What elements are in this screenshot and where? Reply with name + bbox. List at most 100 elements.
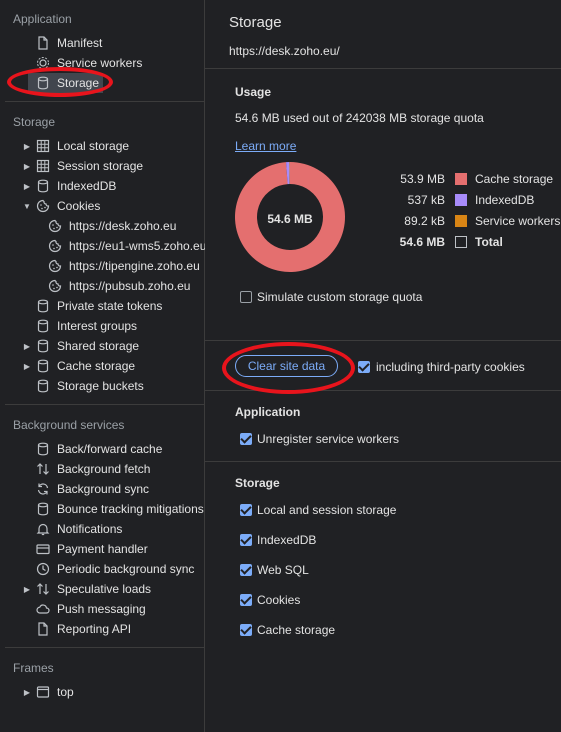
sidebar-item-https-tipengine-zoho-eu[interactable]: https://tipengine.zoho.eu — [48, 256, 200, 276]
frame-icon — [36, 685, 50, 699]
storage-option-checkbox[interactable] — [240, 504, 252, 516]
sidebar-item-storage[interactable]: Storage — [28, 73, 103, 93]
storage-option-label: Cookies — [257, 593, 301, 607]
storage-option-checkbox[interactable] — [240, 534, 252, 546]
legend-row: 53.9 MB Cache storage — [375, 171, 561, 187]
sidebar-item-label: Local storage — [57, 139, 130, 153]
expand-right-icon[interactable]: ▶ — [20, 688, 34, 697]
sidebar-item-label: Storage — [57, 76, 100, 90]
legend-value: 89.2 kB — [404, 214, 445, 228]
expand-right-icon[interactable]: ▶ — [20, 162, 34, 171]
cookie-icon — [48, 219, 62, 233]
divider — [205, 68, 561, 69]
sidebar-item-reporting-api[interactable]: Reporting API — [36, 619, 131, 639]
cookie-icon — [48, 279, 62, 293]
sidebar-item-shared-storage[interactable]: ▶ Shared storage — [20, 336, 139, 356]
sidebar-item-label: Background fetch — [57, 462, 151, 476]
bell-icon — [36, 522, 50, 536]
sidebar-item-label: Back/forward cache — [57, 442, 163, 456]
database-icon — [36, 299, 50, 313]
storage-section-heading: Storage — [235, 476, 280, 490]
sidebar-item-label: Cache storage — [57, 359, 136, 373]
sidebar-item-label: Service workers — [57, 56, 143, 70]
sidebar-item-label: Bounce tracking mitigations — [57, 502, 204, 516]
sidebar-item-bounce-tracking-mitigations[interactable]: Bounce tracking mitigations — [36, 499, 204, 519]
sidebar-item-local-storage[interactable]: ▶ Local storage — [20, 136, 129, 156]
sidebar-item-label: Interest groups — [57, 319, 138, 333]
sidebar-item-background-fetch[interactable]: Background fetch — [36, 459, 150, 479]
expand-right-icon[interactable]: ▶ — [20, 142, 34, 151]
legend-swatch — [455, 194, 467, 206]
sidebar-item-service-workers[interactable]: Service workers — [36, 53, 142, 73]
sidebar-divider — [5, 647, 205, 648]
sidebar-item-label: Background sync — [57, 482, 150, 496]
database-icon — [36, 502, 50, 516]
sidebar-item-label: https://desk.zoho.eu — [69, 219, 177, 233]
simulate-quota-checkbox[interactable] — [240, 291, 252, 303]
document-icon — [36, 36, 50, 50]
sidebar-item-indexeddb[interactable]: ▶ IndexedDB — [20, 176, 116, 196]
sidebar-item-https-pubsub-zoho-eu[interactable]: https://pubsub.zoho.eu — [48, 276, 190, 296]
expand-right-icon[interactable]: ▶ — [20, 342, 34, 351]
storage-panel: Storage https://desk.zoho.eu/ Usage 54.6… — [205, 0, 561, 732]
sidebar-item-top[interactable]: ▶ top — [20, 682, 74, 702]
storage-option-checkbox[interactable] — [240, 564, 252, 576]
sidebar-item-push-messaging[interactable]: Push messaging — [36, 599, 146, 619]
legend-swatch — [455, 173, 467, 185]
storage-option-checkbox[interactable] — [240, 624, 252, 636]
legend-row: 537 kB IndexedDB — [375, 192, 561, 208]
sidebar-item-label: Notifications — [57, 522, 123, 536]
expand-down-icon[interactable]: ▼ — [20, 202, 34, 211]
storage-option-checkbox[interactable] — [240, 594, 252, 606]
sidebar-item-https-desk-zoho-eu[interactable]: https://desk.zoho.eu — [48, 216, 176, 236]
sidebar-item-label: Shared storage — [57, 339, 140, 353]
section-title-storage_title: Storage — [13, 115, 56, 129]
sidebar-item-label: Private state tokens — [57, 299, 163, 313]
sidebar-item-back-forward-cache[interactable]: Back/forward cache — [36, 439, 162, 459]
third-party-cookies-label: including third-party cookies — [376, 360, 525, 374]
expand-right-icon[interactable]: ▶ — [20, 585, 34, 594]
sidebar-item-speculative-loads[interactable]: ▶ Speculative loads — [20, 579, 151, 599]
sidebar-item-cache-storage[interactable]: ▶ Cache storage — [20, 356, 135, 376]
sidebar-item-payment-handler[interactable]: Payment handler — [36, 539, 148, 559]
sidebar-item-background-sync[interactable]: Background sync — [36, 479, 149, 499]
donut-center-label: 54.6 MB — [267, 212, 313, 226]
sidebar-item-label: Push messaging — [57, 602, 146, 616]
expand-right-icon[interactable]: ▶ — [20, 182, 34, 191]
simulate-quota-label: Simulate custom storage quota — [257, 290, 423, 304]
third-party-cookies-checkbox[interactable] — [358, 361, 370, 373]
sidebar-item-label: top — [57, 685, 74, 699]
unregister-sw-checkbox[interactable] — [240, 433, 252, 445]
page-title: Storage — [229, 14, 282, 31]
sidebar-divider — [5, 101, 205, 102]
sidebar-item-label: Manifest — [57, 36, 103, 50]
sidebar-item-notifications[interactable]: Notifications — [36, 519, 122, 539]
sidebar-item-interest-groups[interactable]: Interest groups — [36, 316, 137, 336]
sidebar-item-label: Periodic background sync — [57, 562, 195, 576]
storage-option-label: Cache storage — [257, 623, 336, 637]
clear-site-data-button[interactable]: Clear site data — [235, 355, 338, 377]
arrows-updown-icon — [36, 462, 50, 476]
sidebar-item-session-storage[interactable]: ▶ Session storage — [20, 156, 143, 176]
sidebar-item-storage-buckets[interactable]: Storage buckets — [36, 376, 144, 396]
legend-label: Total — [475, 235, 503, 249]
sidebar-item-manifest[interactable]: Manifest — [36, 33, 102, 53]
cookie-icon — [48, 259, 62, 273]
database-icon — [36, 76, 50, 90]
storage-option-label: Web SQL — [257, 563, 309, 577]
sync-icon — [36, 482, 50, 496]
sidebar-item-private-state-tokens[interactable]: Private state tokens — [36, 296, 162, 316]
legend-value: 537 kB — [407, 193, 445, 207]
legend-label: Service workers — [475, 214, 561, 228]
legend-row: 89.2 kB Service workers — [375, 213, 561, 229]
sidebar-item-https-eu1-wms5-zoho-eu[interactable]: https://eu1-wms5.zoho.eu — [48, 236, 206, 256]
database-icon — [36, 379, 50, 393]
sidebar-item-label: Storage buckets — [57, 379, 144, 393]
grid-icon — [36, 159, 50, 173]
cookie-icon — [48, 239, 62, 253]
sidebar-item-cookies[interactable]: ▼ Cookies — [20, 196, 100, 216]
unregister-sw-label: Unregister service workers — [257, 432, 400, 446]
sidebar-item-periodic-background-sync[interactable]: Periodic background sync — [36, 559, 194, 579]
expand-right-icon[interactable]: ▶ — [20, 362, 34, 371]
learn-more-link[interactable]: Learn more — [235, 139, 296, 153]
